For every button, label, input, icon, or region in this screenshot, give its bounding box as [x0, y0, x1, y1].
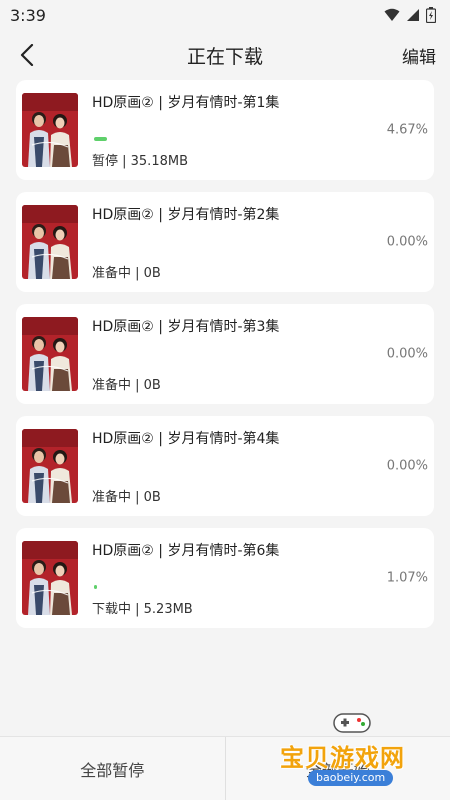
- download-status: 下载中 | 5.23MB: [92, 602, 193, 617]
- download-percent: 0.00%: [386, 346, 428, 362]
- pause-all-button[interactable]: 全部暂停: [0, 737, 225, 800]
- download-status: 暂停 | 35.18MB: [92, 154, 188, 169]
- episode-thumbnail: [22, 429, 78, 503]
- download-progress-bar: [94, 137, 274, 141]
- download-title: HD原画② | 岁月有情时-第3集: [92, 319, 280, 335]
- download-progress-bar: [94, 249, 274, 253]
- header-bar: 正在下载 编辑: [0, 30, 450, 80]
- download-percent: 1.07%: [386, 570, 428, 586]
- status-time: 3:39: [10, 5, 46, 25]
- download-item[interactable]: HD原画② | 岁月有情时-第1集 暂停 | 35.18MB 4.67%: [16, 80, 434, 180]
- download-item[interactable]: HD原画② | 岁月有情时-第4集 准备中 | 0B 0.00%: [16, 416, 434, 516]
- download-percent: 4.67%: [386, 122, 428, 138]
- download-progress-bar: [94, 585, 274, 589]
- episode-thumbnail: [22, 205, 78, 279]
- download-item-body: HD原画② | 岁月有情时-第4集 准备中 | 0B: [92, 416, 434, 516]
- page-title: 正在下载: [186, 45, 263, 68]
- status-bar: 3:39: [0, 0, 450, 30]
- download-list: HD原画② | 岁月有情时-第1集 暂停 | 35.18MB 4.67% HD原…: [0, 80, 450, 628]
- signal-icon: [407, 9, 419, 21]
- download-status: 准备中 | 0B: [92, 266, 161, 281]
- download-item-body: HD原画② | 岁月有情时-第6集 下载中 | 5.23MB: [92, 528, 434, 628]
- episode-thumbnail: [22, 541, 78, 615]
- download-status: 准备中 | 0B: [92, 490, 161, 505]
- download-title: HD原画② | 岁月有情时-第6集: [92, 543, 280, 559]
- download-item-body: HD原画② | 岁月有情时-第1集 暂停 | 35.18MB: [92, 80, 434, 180]
- status-icons: [384, 7, 436, 23]
- download-item-body: HD原画② | 岁月有情时-第3集 准备中 | 0B: [92, 304, 434, 404]
- edit-button[interactable]: 编辑: [402, 43, 436, 68]
- back-button[interactable]: [12, 40, 42, 70]
- download-item[interactable]: HD原画② | 岁月有情时-第2集 准备中 | 0B 0.00%: [16, 192, 434, 292]
- download-title: HD原画② | 岁月有情时-第4集: [92, 431, 280, 447]
- download-status: 准备中 | 0B: [92, 378, 161, 393]
- download-progress-fill: [94, 585, 98, 589]
- download-item[interactable]: HD原画② | 岁月有情时-第6集 下载中 | 5.23MB 1.07%: [16, 528, 434, 628]
- battery-icon: [426, 7, 436, 23]
- episode-thumbnail: [22, 93, 78, 167]
- download-percent: 0.00%: [386, 458, 428, 474]
- episode-thumbnail: [22, 317, 78, 391]
- download-title: HD原画② | 岁月有情时-第2集: [92, 207, 280, 223]
- start-all-button[interactable]: 全部开始: [226, 737, 450, 800]
- gamepad-icon: [333, 713, 371, 733]
- download-title: HD原画② | 岁月有情时-第1集: [92, 95, 280, 111]
- download-progress-fill: [94, 137, 108, 141]
- download-percent: 0.00%: [386, 234, 428, 250]
- download-item[interactable]: HD原画② | 岁月有情时-第3集 准备中 | 0B 0.00%: [16, 304, 434, 404]
- download-progress-bar: [94, 473, 274, 477]
- download-progress-bar: [94, 361, 274, 365]
- wifi-icon: [384, 8, 400, 21]
- bottom-action-bar: 全部暂停 全部开始: [0, 736, 450, 800]
- download-item-body: HD原画② | 岁月有情时-第2集 准备中 | 0B: [92, 192, 434, 292]
- back-arrow-icon: [20, 44, 34, 66]
